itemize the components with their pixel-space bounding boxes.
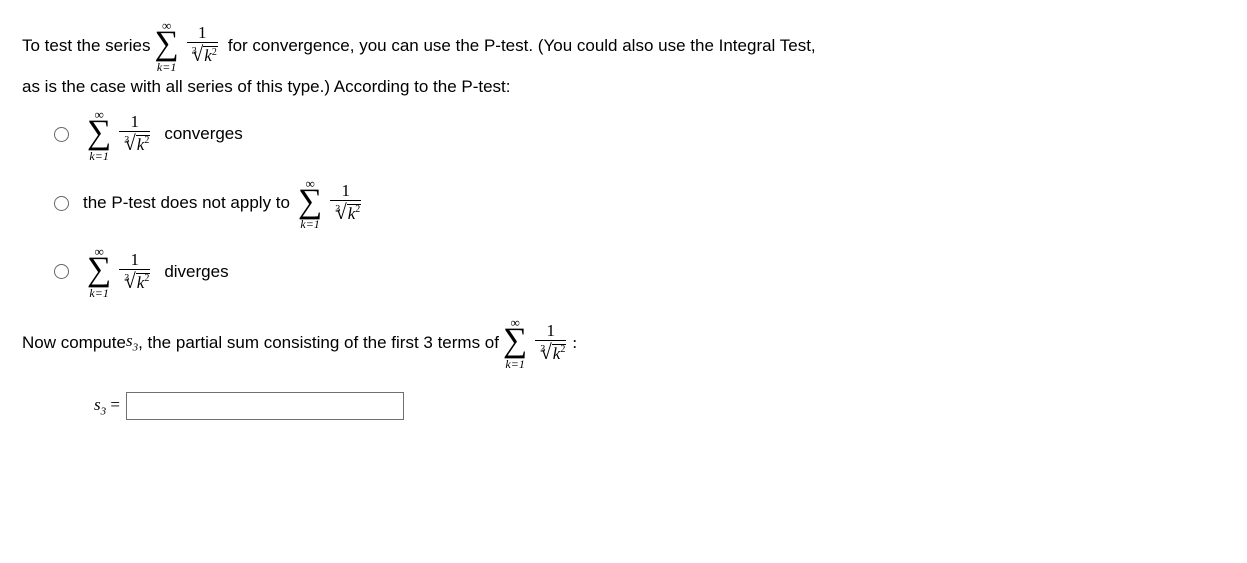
fraction-term: 1 3 √ k2	[119, 251, 150, 293]
intro-text-1b: for convergence, you can use the P-test.…	[228, 34, 816, 58]
sigma-notation: ∞ ∑ k=1	[87, 109, 111, 160]
s3-answer-row: s3 =	[94, 392, 1227, 420]
question-intro-line2: as is the case with all series of this t…	[22, 75, 1227, 99]
radio-options: ∞ ∑ k=1 1 3 √ k2 converges the P-test do…	[54, 109, 1227, 298]
intro-text-1a: To test the series	[22, 34, 151, 58]
s3-var: s3	[126, 329, 138, 356]
option-label: diverges	[164, 262, 228, 282]
radio-icon[interactable]	[54, 127, 69, 142]
s3-label: s3 =	[94, 395, 120, 417]
fraction-term: 1 3 √ k2	[535, 322, 566, 364]
sigma-notation: ∞ ∑ k=1	[155, 20, 179, 71]
sigma-notation: ∞ ∑ k=1	[503, 317, 527, 368]
option-diverges[interactable]: ∞ ∑ k=1 1 3 √ k2 diverges	[54, 246, 1227, 297]
option-not-apply[interactable]: the P-test does not apply to ∞ ∑ k=1 1 3…	[54, 178, 1227, 229]
sigma-notation: ∞ ∑ k=1	[298, 178, 322, 229]
radio-icon[interactable]	[54, 264, 69, 279]
option-converges[interactable]: ∞ ∑ k=1 1 3 √ k2 converges	[54, 109, 1227, 160]
fraction-term: 1 3 √ k2	[187, 24, 218, 66]
question-intro-line1: To test the series ∞ ∑ k=1 1 3 √ k2 for …	[22, 20, 1227, 71]
fraction-term: 1 3 √ k2	[119, 113, 150, 155]
s3-input[interactable]	[126, 392, 404, 420]
option-label: the P-test does not apply to	[83, 193, 290, 213]
option-label: converges	[164, 124, 242, 144]
radio-icon[interactable]	[54, 196, 69, 211]
compute-prompt: Now compute s3 , the partial sum consist…	[22, 317, 1227, 368]
fraction-term: 1 3 √ k2	[330, 182, 361, 224]
sigma-notation: ∞ ∑ k=1	[87, 246, 111, 297]
